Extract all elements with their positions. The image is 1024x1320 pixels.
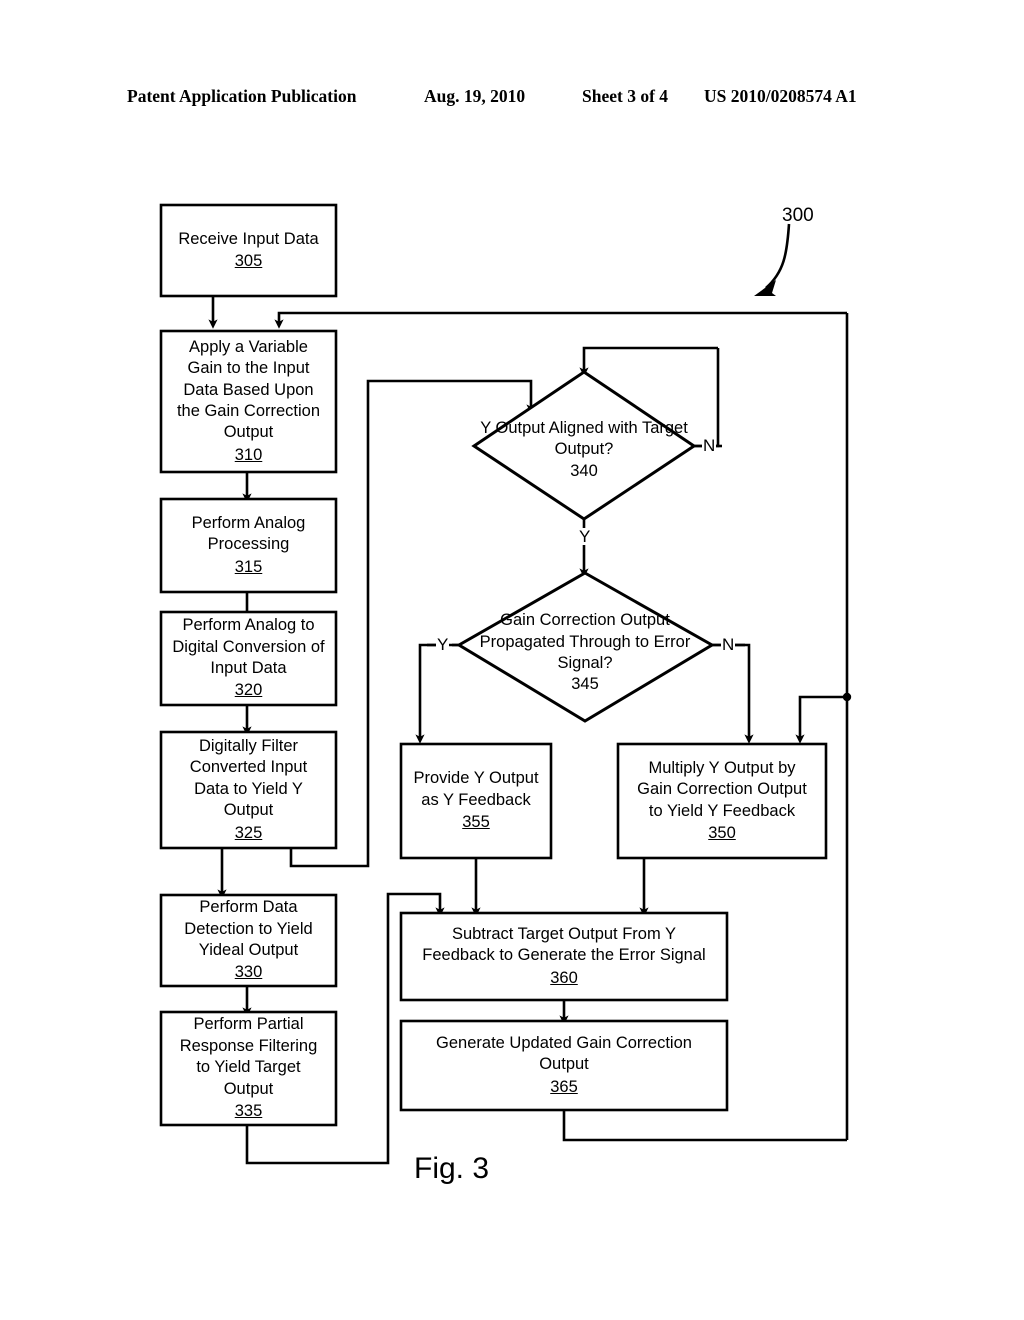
node-365: Generate Updated Gain Correction Output … [401,1021,727,1110]
node-350-text: Multiply Y Output by Gain Correction Out… [637,758,807,820]
node-325-ref: 325 [234,823,263,842]
node-360-ref: 360 [550,968,578,987]
node-345-ref: 345 [571,675,599,694]
node-345-text: Gain Correction Output Propagated Throug… [479,611,691,672]
node-325: Digitally Filter Converted Input Data to… [161,732,336,848]
node-320: Perform Analog to Digital Conversion of … [161,612,336,705]
connector-decision-345-yes [415,643,459,744]
node-320-ref: 320 [234,681,263,700]
node-350: Multiply Y Output by Gain Correction Out… [618,744,826,858]
node-305: Receive Input Data 305 [161,205,336,296]
branch-label-340-yes: Y [578,527,592,546]
patent-drawing-sheet: Patent Application Publication Aug. 19, … [0,0,1024,1320]
node-355-ref: 355 [462,813,490,832]
node-315: Perform Analog Processing 315 [161,499,336,592]
node-355: Provide Y Output as Y Feedback 355 [401,744,551,858]
node-365-text: Generate Updated Gain Correction Output [436,1033,692,1074]
node-350-ref: 350 [708,823,736,842]
node-335-text: Perform Partial Response Filtering to Yi… [179,1015,318,1098]
node-340: Y Output Aligned with Target Output? 340 [479,400,689,500]
branch-label-340-no: N [702,436,717,455]
connector-365-to-right-rail [562,1110,847,1142]
reference-300-leader [765,223,791,289]
node-345: Gain Correction Output Propagated Throug… [462,596,708,710]
node-315-text: Perform Analog Processing [191,513,306,554]
node-310: Apply a Variable Gain to the Input Data … [161,331,336,472]
node-330-ref: 330 [234,963,263,982]
node-310-text: Apply a Variable Gain to the Input Data … [176,337,321,442]
node-305-ref: 305 [234,252,263,270]
branch-label-345-yes: Y [436,635,450,654]
node-340-ref: 340 [570,461,598,480]
figure-reference-300: 300 [782,205,814,226]
node-305-text: Receive Input Data [178,229,319,248]
node-355-text: Provide Y Output as Y Feedback [413,769,539,809]
node-365-ref: 365 [550,1077,578,1096]
figure-caption: Fig. 3 [414,1152,490,1185]
node-310-ref: 310 [234,445,263,464]
connector-rail-to-350 [795,695,848,744]
connector-feedback-to-310 [274,311,847,329]
connector-decision-340-no [694,348,720,448]
node-315-ref: 315 [234,557,263,576]
connector-decision-345-no [712,643,754,744]
node-360-text: Subtract Target Output From Y Feedback t… [422,924,706,965]
reference-300-arrowhead [754,280,776,296]
node-320-text: Perform Analog to Digital Conversion of … [172,616,325,677]
node-330-text: Perform Data Detection to Yield Yideal O… [184,898,313,959]
node-335-ref: 335 [234,1102,263,1121]
rail-junction-dot [842,692,852,702]
node-360: Subtract Target Output From Y Feedback t… [401,913,727,1000]
node-340-text: Y Output Aligned with Target Output? [480,418,688,459]
node-325-text: Digitally Filter Converted Input Data to… [189,736,308,820]
connector-loop-into-decision-340 [579,346,718,377]
node-335: Perform Partial Response Filtering to Yi… [161,1012,336,1125]
branch-label-345-no: N [721,635,736,654]
node-330: Perform Data Detection to Yield Yideal O… [161,895,336,986]
